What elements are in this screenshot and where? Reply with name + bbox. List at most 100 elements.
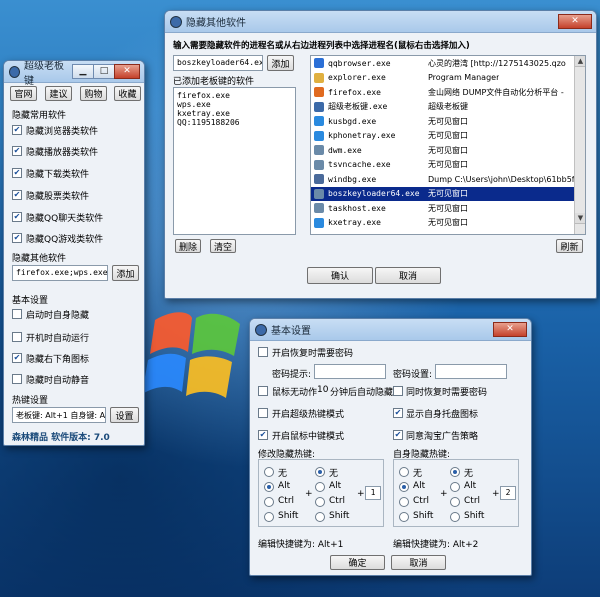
window-title: 超级老板键 xyxy=(24,60,64,87)
other-software-input[interactable]: firefox.exe;wps.exe;k xyxy=(12,265,108,281)
cancel-button[interactable]: 取消 xyxy=(391,555,446,570)
close-button[interactable]: ✕ xyxy=(114,64,140,79)
suggest-button[interactable]: 建议 xyxy=(45,86,72,101)
added-software-list[interactable]: firefox.exe wps.exe kxetray.exe QQ:11951… xyxy=(173,87,296,235)
add-other-button[interactable]: 添加 xyxy=(112,265,139,281)
process-row[interactable]: kusbgd.exe 无可见窗口 xyxy=(311,114,585,129)
ok-button[interactable]: 确定 xyxy=(330,555,385,570)
process-name: firefox.exe xyxy=(328,87,381,97)
hide-mod1-none-radio[interactable] xyxy=(264,467,274,477)
hide-mod2-shift-radio[interactable] xyxy=(315,512,325,522)
added-item[interactable]: firefox.exe xyxy=(177,91,292,100)
hide-qq-chat-checkbox[interactable]: ✔ xyxy=(12,212,22,222)
process-name-input[interactable]: boszkeyloader64.exe xyxy=(173,55,263,71)
hide-mod1-shift-radio[interactable] xyxy=(264,512,274,522)
process-row[interactable]: dwm.exe 无可见窗口 xyxy=(311,143,585,158)
self-mod2-none-radio[interactable] xyxy=(450,467,460,477)
self-mod1-ctrl-radio[interactable] xyxy=(399,497,409,507)
self-mod2-ctrl-radio[interactable] xyxy=(450,497,460,507)
hide-mod2-none-radio[interactable] xyxy=(315,467,325,477)
process-window-title: 无可见窗口 xyxy=(428,189,468,199)
process-row[interactable]: taskhost.exe 无可见窗口 xyxy=(311,201,585,216)
self-mod1-none-radio[interactable] xyxy=(399,467,409,477)
restore-password2-checkbox[interactable] xyxy=(393,386,403,396)
process-list-scrollbar[interactable]: ▲ ▼ xyxy=(574,56,585,234)
self-mod1-alt-radio[interactable] xyxy=(399,482,409,492)
hide-mod1-ctrl-radio[interactable] xyxy=(264,497,274,507)
hide-stock-checkbox[interactable]: ✔ xyxy=(12,190,22,200)
password-hint-input[interactable] xyxy=(314,364,386,379)
process-row[interactable]: kphonetray.exe 无可见窗口 xyxy=(311,129,585,144)
password-set-input[interactable] xyxy=(435,364,507,379)
minimize-button[interactable]: ▁ xyxy=(72,64,94,79)
restore-password-checkbox[interactable] xyxy=(258,347,268,357)
hide-mod2-ctrl-radio[interactable] xyxy=(315,497,325,507)
hide-player-checkbox[interactable]: ✔ xyxy=(12,146,22,156)
hide-hotkey-result: 编辑快捷键为: Alt+1 xyxy=(258,540,344,550)
autorun-checkbox[interactable] xyxy=(12,332,22,342)
super-hotkey-checkbox[interactable] xyxy=(258,408,268,418)
mouse-idle-label-post: 分钟后自动隐藏 xyxy=(330,388,394,398)
hotkey-settings-button[interactable]: 设置 xyxy=(110,407,139,423)
hide-qq-game-checkbox[interactable]: ✔ xyxy=(12,233,22,243)
process-list[interactable]: qqbrowser.exe 心灵的港湾 [http://1275143025.qz… xyxy=(310,55,586,235)
process-window-title: 无可见窗口 xyxy=(428,203,468,213)
mouse-idle-minutes[interactable]: 10 xyxy=(317,385,328,395)
process-name: boszkeyloader64.exe xyxy=(328,189,420,199)
hide-download-checkbox[interactable]: ✔ xyxy=(12,168,22,178)
process-name: kxetray.exe xyxy=(328,218,381,228)
mouse-middle-checkbox[interactable]: ✔ xyxy=(258,430,268,440)
scroll-up-icon[interactable]: ▲ xyxy=(575,56,585,67)
self-mod2-shift-radio[interactable] xyxy=(450,512,460,522)
process-row[interactable]: kxetray.exe 无可见窗口 xyxy=(311,216,585,231)
hide-on-start-label: 启动时自身隐藏 xyxy=(26,311,90,321)
close-button[interactable]: ✕ xyxy=(558,14,592,29)
maximize-button[interactable]: □ xyxy=(93,64,115,79)
process-row[interactable]: 超级老板键.exe 超级老板键 xyxy=(311,100,585,115)
hide-key-input[interactable]: 1 xyxy=(365,486,381,500)
refresh-button[interactable]: 刷新 xyxy=(556,239,583,253)
restore-password2-label: 同时恢复时需要密码 xyxy=(406,388,488,398)
hotkey-display-input[interactable]: 老板键: Alt+1 自身键: A xyxy=(12,407,106,423)
process-window-title: 无可见窗口 xyxy=(428,218,468,228)
added-item[interactable]: QQ:1195188206 xyxy=(177,118,292,127)
process-row[interactable]: firefox.exe 金山网络 DUMP文件自动化分析平台 - xyxy=(311,85,585,100)
process-row[interactable]: windbg.exe Dump C:\Users\john\Desktop\61b… xyxy=(311,172,585,187)
delete-button[interactable]: 删除 xyxy=(175,239,201,253)
section-hide-other: 隐藏其他软件 xyxy=(12,254,67,264)
confirm-button[interactable]: 确认 xyxy=(307,267,373,284)
process-row[interactable]: explorer.exe Program Manager xyxy=(311,71,585,86)
self-hotkey-group: 无 Alt Ctrl Shift + 无 Alt Ctrl Shift + 2 xyxy=(393,459,519,527)
hide-mod1-alt-radio[interactable] xyxy=(264,482,274,492)
process-row[interactable]: boszkeyloader64.exe 无可见窗口 xyxy=(311,186,585,201)
process-icon xyxy=(314,174,324,185)
process-row[interactable]: tsvncache.exe 无可见窗口 xyxy=(311,158,585,173)
favorite-button[interactable]: 收藏 xyxy=(114,86,141,101)
mouse-idle-checkbox[interactable] xyxy=(258,386,268,396)
close-button[interactable]: ✕ xyxy=(493,322,527,337)
self-mod2-alt-radio[interactable] xyxy=(450,482,460,492)
website-button[interactable]: 官网 xyxy=(10,86,37,101)
hide-browser-checkbox[interactable]: ✔ xyxy=(12,125,22,135)
shop-button[interactable]: 购物 xyxy=(80,86,107,101)
added-item[interactable]: wps.exe xyxy=(177,100,292,109)
process-icon xyxy=(314,159,324,170)
process-row[interactable]: qqbrowser.exe 心灵的港湾 [http://1275143025.qz… xyxy=(311,56,585,71)
add-process-button[interactable]: 添加 xyxy=(267,55,294,71)
scroll-down-icon[interactable]: ▼ xyxy=(575,213,585,224)
self-key-input[interactable]: 2 xyxy=(500,486,516,500)
hide-on-start-checkbox[interactable] xyxy=(12,309,22,319)
self-mod1-shift-radio[interactable] xyxy=(399,512,409,522)
agree-ad-checkbox[interactable]: ✔ xyxy=(393,430,403,440)
plus-sign: + xyxy=(440,489,448,499)
cancel-button[interactable]: 取消 xyxy=(375,267,441,284)
hide-tray-icon-checkbox[interactable]: ✔ xyxy=(12,353,22,363)
auto-mute-checkbox[interactable] xyxy=(12,374,22,384)
process-name: 超级老板键.exe xyxy=(328,102,388,112)
added-item[interactable]: kxetray.exe xyxy=(177,109,292,118)
clear-button[interactable]: 清空 xyxy=(210,239,236,253)
process-icon xyxy=(314,145,324,156)
show-tray-checkbox[interactable]: ✔ xyxy=(393,408,403,418)
hide-stock-label: 隐藏股票类软件 xyxy=(26,192,90,202)
hide-mod2-alt-radio[interactable] xyxy=(315,482,325,492)
